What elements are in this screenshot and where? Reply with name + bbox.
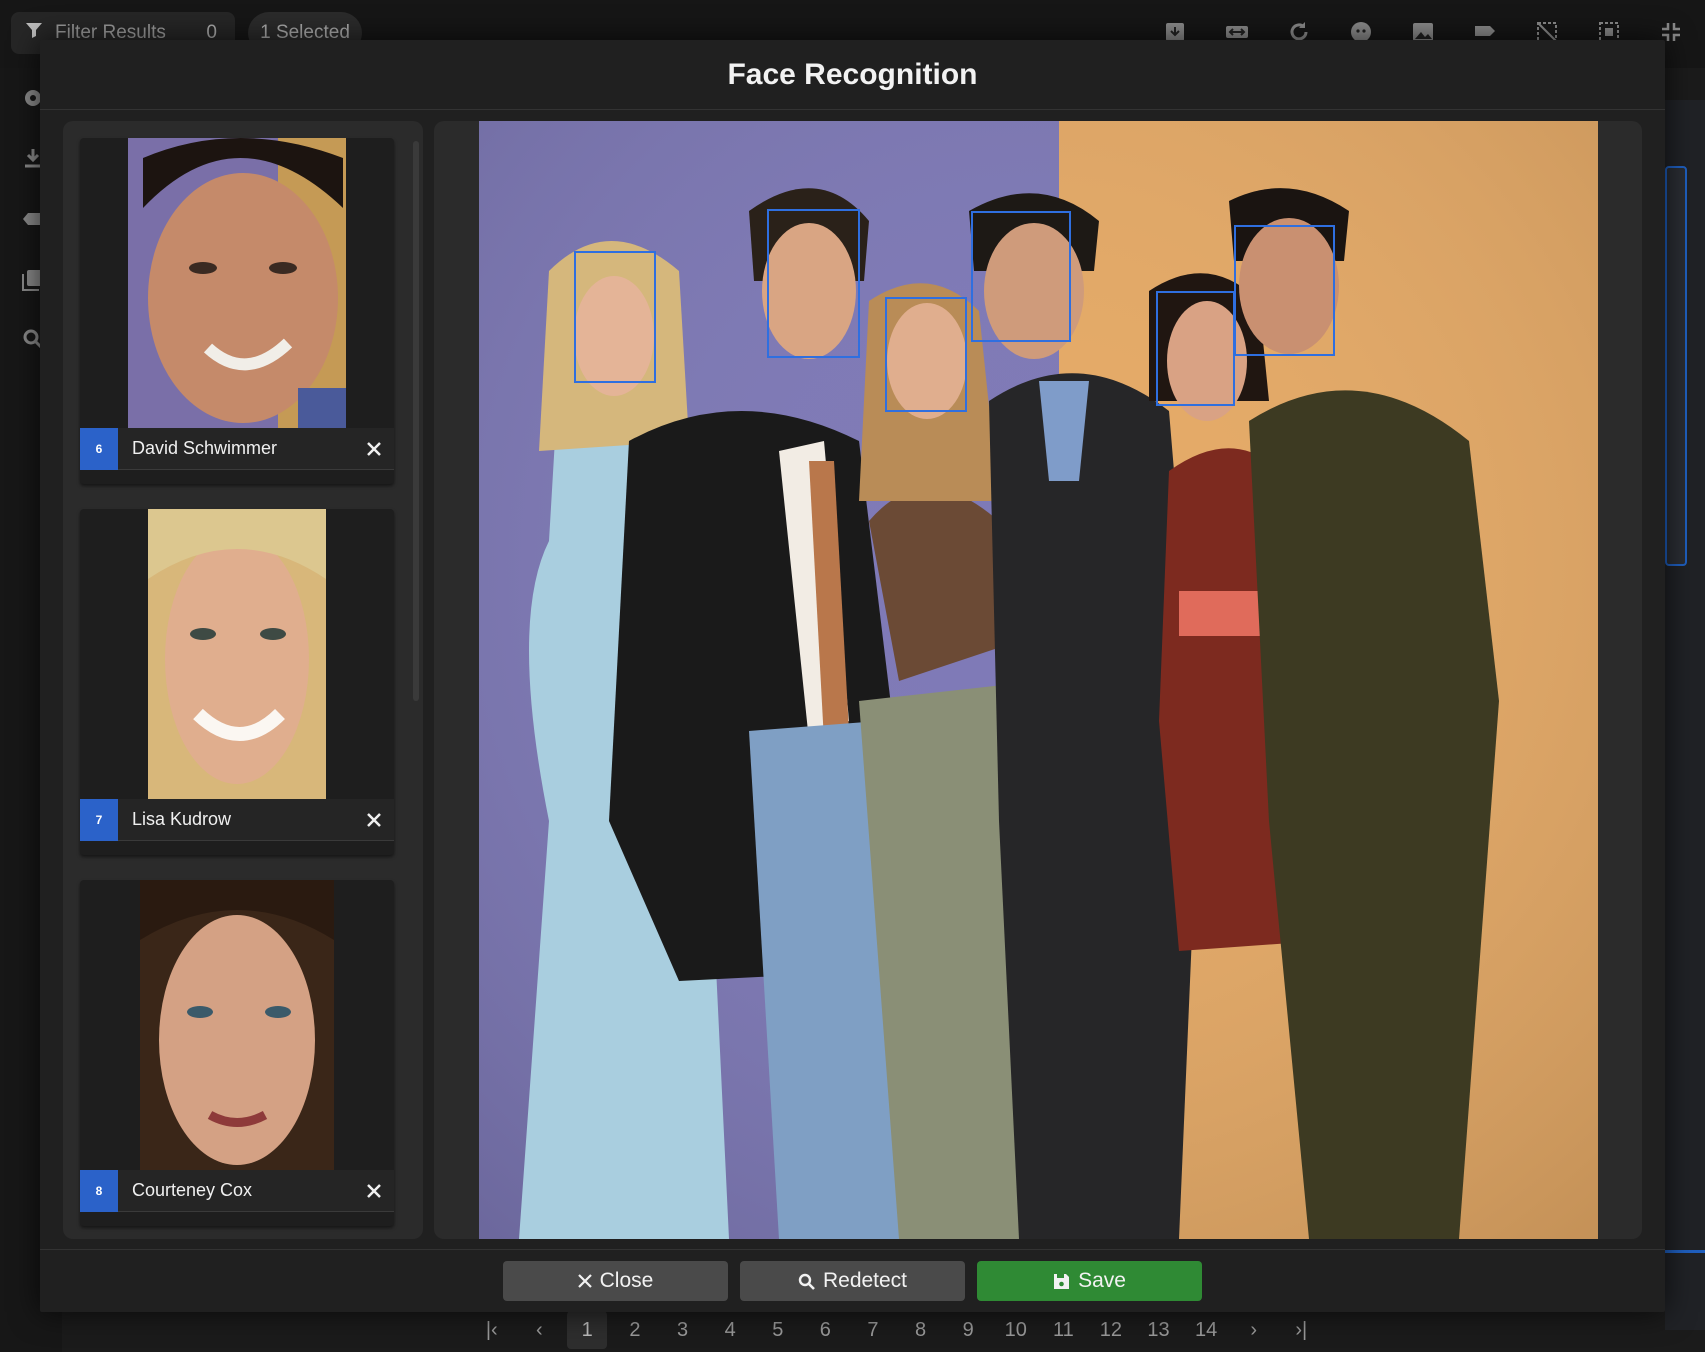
page-11[interactable]: 11 (1040, 1319, 1088, 1342)
close-icon (367, 812, 381, 827)
face-index-badge: 6 (80, 427, 118, 470)
page-4[interactable]: 4 (706, 1319, 754, 1342)
face-detection-box[interactable] (1156, 291, 1235, 406)
face-detection-box[interactable] (971, 211, 1071, 342)
background-thumbnail (1665, 166, 1687, 566)
group-photo[interactable] (479, 121, 1598, 1239)
face-thumbnail (148, 509, 326, 799)
face-name-label[interactable]: Courteney Cox (132, 1180, 354, 1201)
face-index-badge: 8 (80, 1169, 118, 1212)
next-page-icon[interactable]: › (1230, 1319, 1278, 1342)
background-gallery-strip (1665, 100, 1705, 1330)
face-thumbnail (128, 138, 346, 428)
face-card-footer: 7 Lisa Kudrow (80, 798, 394, 841)
face-detection-box[interactable] (767, 209, 860, 358)
face-detection-box[interactable] (885, 297, 967, 412)
detected-faces-list[interactable]: 6 David Schwimmer 7 Lisa Kudrow 8 Courte… (63, 121, 423, 1239)
first-page-icon[interactable]: |‹ (468, 1319, 516, 1342)
remove-face-button[interactable] (354, 799, 394, 841)
close-button[interactable]: Close (503, 1261, 728, 1301)
prev-page-icon[interactable]: ‹ (516, 1319, 564, 1342)
dialog-footer: Close Redetect Save (40, 1249, 1665, 1312)
faces-scrollbar[interactable] (413, 141, 419, 701)
page-3[interactable]: 3 (659, 1319, 707, 1342)
last-page-icon[interactable]: ›| (1278, 1319, 1326, 1342)
face-name-label[interactable]: Lisa Kudrow (132, 809, 354, 830)
face-detection-box[interactable] (574, 251, 656, 383)
pagination: |‹ ‹ 1 2 3 4 5 6 7 8 9 10 11 12 13 14 › … (468, 1310, 1325, 1350)
close-button-label: Close (599, 1269, 654, 1292)
close-icon (577, 1274, 592, 1288)
page-14[interactable]: 14 (1182, 1319, 1230, 1342)
floppy-disk-icon (1054, 1273, 1070, 1289)
redetect-button-label: Redetect (822, 1269, 908, 1292)
search-icon (798, 1273, 815, 1290)
face-card-footer: 8 Courteney Cox (80, 1169, 394, 1212)
close-icon (367, 1183, 381, 1198)
save-button[interactable]: Save (977, 1261, 1202, 1301)
face-recognition-dialog: Face Recognition 6 David Schwimmer 7 Lis… (40, 40, 1665, 1312)
page-9[interactable]: 9 (944, 1319, 992, 1342)
page-10[interactable]: 10 (992, 1319, 1040, 1342)
face-card[interactable]: 6 David Schwimmer (80, 138, 394, 484)
redetect-button[interactable]: Redetect (740, 1261, 965, 1301)
page-6[interactable]: 6 (802, 1319, 850, 1342)
page-8[interactable]: 8 (897, 1319, 945, 1342)
page-7[interactable]: 7 (849, 1319, 897, 1342)
face-index-badge: 7 (80, 798, 118, 841)
remove-face-button[interactable] (354, 428, 394, 470)
background-thumbnail (1665, 1250, 1705, 1310)
remove-face-button[interactable] (354, 1170, 394, 1212)
page-2[interactable]: 2 (611, 1319, 659, 1342)
page-13[interactable]: 13 (1135, 1319, 1183, 1342)
photo-viewer (434, 121, 1642, 1239)
save-button-label: Save (1078, 1269, 1126, 1292)
page-1[interactable]: 1 (567, 1311, 608, 1349)
face-name-label[interactable]: David Schwimmer (132, 438, 354, 459)
face-card[interactable]: 8 Courteney Cox (80, 880, 394, 1226)
page-12[interactable]: 12 (1087, 1319, 1135, 1342)
face-detection-box[interactable] (1234, 225, 1335, 356)
close-icon (367, 441, 381, 456)
dialog-header: Face Recognition (40, 40, 1665, 110)
face-thumbnail (140, 880, 334, 1170)
face-card[interactable]: 7 Lisa Kudrow (80, 509, 394, 855)
page-5[interactable]: 5 (754, 1319, 802, 1342)
face-card-footer: 6 David Schwimmer (80, 427, 394, 470)
dialog-title: Face Recognition (727, 57, 978, 91)
